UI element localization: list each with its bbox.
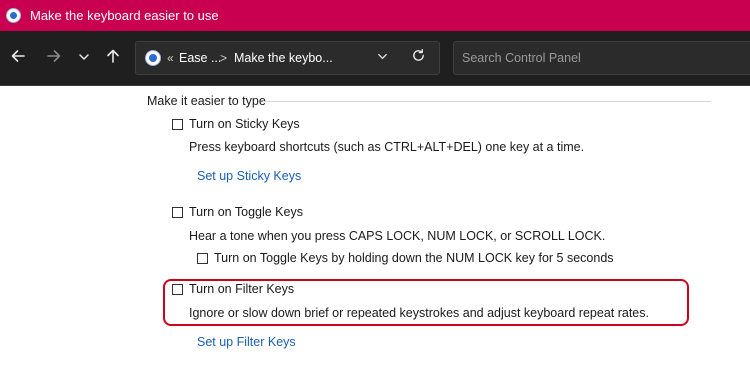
address-dropdown-button[interactable] bbox=[377, 49, 388, 67]
filter-keys-description: Ignore or slow down brief or repeated ke… bbox=[189, 306, 649, 320]
setup-sticky-keys-link[interactable]: Set up Sticky Keys bbox=[197, 169, 301, 183]
filter-keys-label: Turn on Filter Keys bbox=[189, 282, 295, 296]
filter-keys-option[interactable]: Turn on Filter Keys bbox=[172, 282, 294, 296]
up-button[interactable] bbox=[102, 48, 124, 68]
window-title: Make the keyboard easier to use bbox=[30, 8, 219, 23]
sticky-keys-description: Press keyboard shortcuts (such as CTRL+A… bbox=[189, 140, 585, 154]
filter-keys-checkbox[interactable] bbox=[172, 283, 183, 295]
chevron-down-icon bbox=[79, 54, 89, 60]
section-divider bbox=[263, 101, 711, 102]
sticky-keys-checkbox[interactable] bbox=[172, 118, 183, 130]
title-bar: Make the keyboard easier to use bbox=[0, 0, 750, 31]
refresh-button[interactable] bbox=[411, 47, 426, 69]
navigation-bar: « Ease ... > Make the keybo... Search Co… bbox=[0, 31, 750, 86]
main-content: Make it easier to type Turn on Sticky Ke… bbox=[0, 86, 750, 375]
arrow-left-icon bbox=[11, 50, 25, 62]
forward-button[interactable] bbox=[43, 48, 65, 68]
toggle-keys-checkbox[interactable] bbox=[172, 206, 183, 218]
refresh-icon bbox=[413, 48, 424, 61]
toggle-keys-numlock-option[interactable]: Turn on Toggle Keys by holding down the … bbox=[197, 251, 614, 265]
control-panel-icon bbox=[145, 50, 161, 66]
toggle-keys-label: Turn on Toggle Keys bbox=[189, 205, 303, 219]
control-panel-icon bbox=[6, 8, 21, 23]
search-input[interactable]: Search Control Panel bbox=[453, 41, 750, 75]
toggle-keys-description: Hear a tone when you press CAPS LOCK, NU… bbox=[189, 229, 606, 243]
section-heading: Make it easier to type bbox=[147, 94, 266, 108]
arrow-up-icon bbox=[107, 49, 119, 63]
recent-locations-button[interactable] bbox=[73, 48, 95, 68]
address-bar[interactable]: « Ease ... > Make the keybo... bbox=[135, 41, 440, 75]
toggle-keys-numlock-label: Turn on Toggle Keys by holding down the … bbox=[214, 251, 614, 265]
breadcrumb-make-keyboard-easier[interactable]: Make the keybo... bbox=[234, 50, 333, 66]
arrow-right-icon bbox=[47, 50, 61, 62]
sticky-keys-option[interactable]: Turn on Sticky Keys bbox=[172, 117, 300, 131]
overflow-chevron[interactable]: « bbox=[167, 50, 174, 66]
breadcrumb-separator: > bbox=[220, 51, 228, 65]
breadcrumb-ease-of-access[interactable]: Ease ... bbox=[179, 50, 221, 66]
chevron-down-icon bbox=[378, 53, 387, 60]
toggle-keys-numlock-checkbox[interactable] bbox=[197, 252, 208, 264]
setup-filter-keys-link[interactable]: Set up Filter Keys bbox=[197, 335, 296, 349]
toggle-keys-option[interactable]: Turn on Toggle Keys bbox=[172, 205, 303, 219]
back-button[interactable] bbox=[7, 48, 29, 68]
sticky-keys-label: Turn on Sticky Keys bbox=[189, 117, 300, 131]
